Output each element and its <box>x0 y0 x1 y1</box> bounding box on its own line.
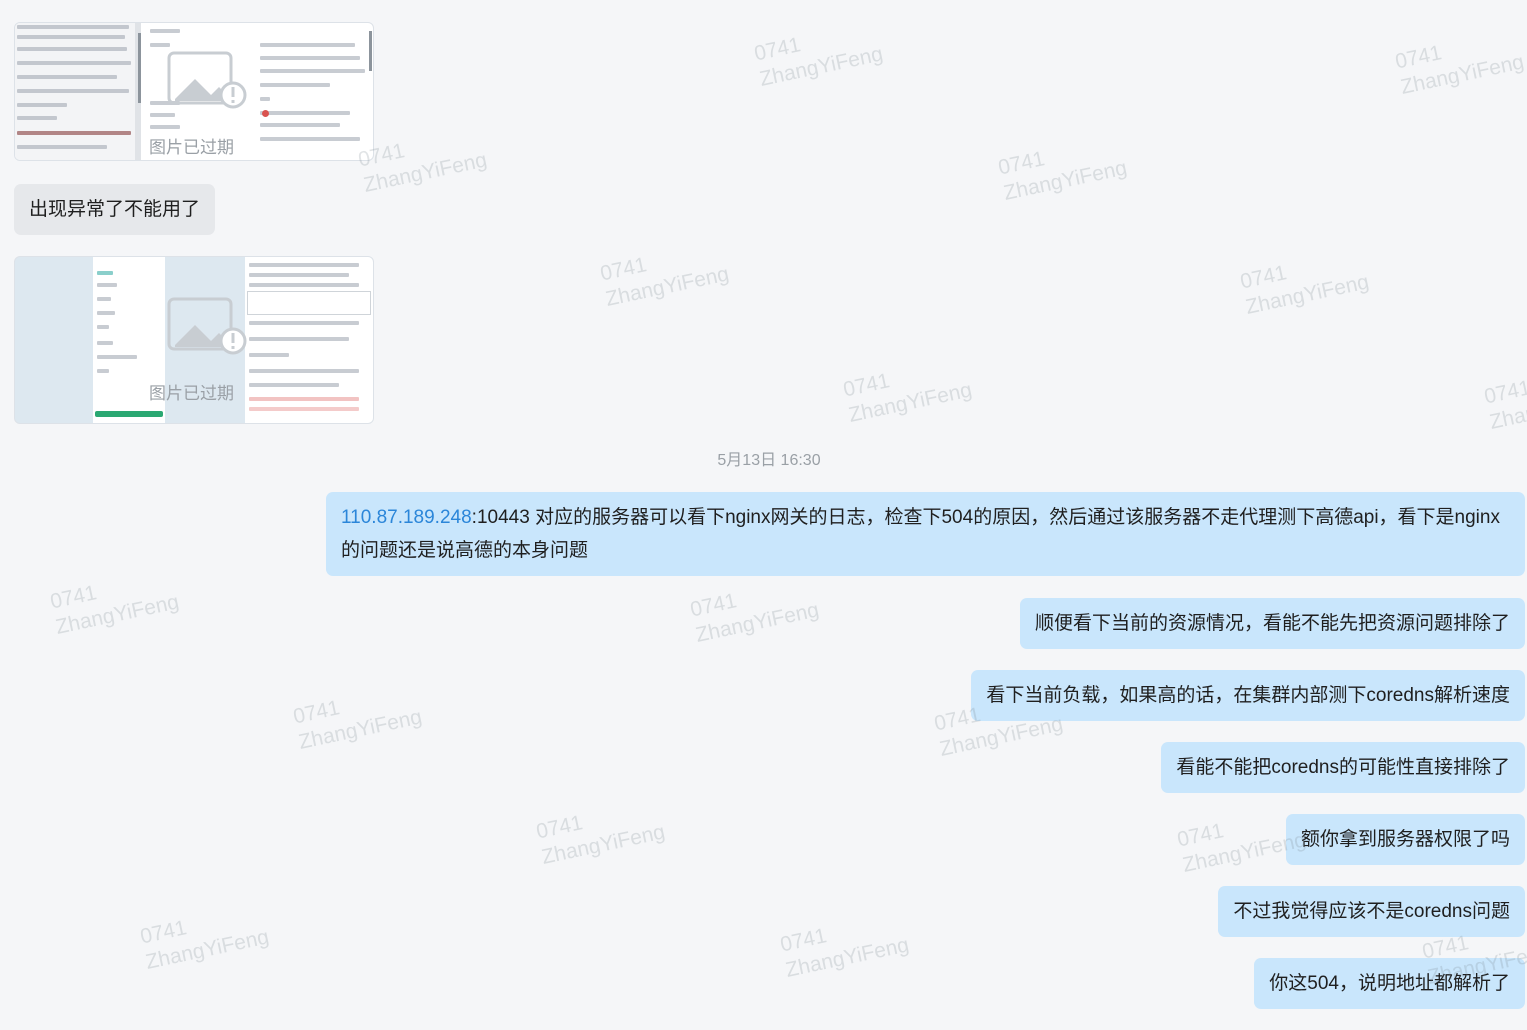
broken-image-icon <box>167 297 247 355</box>
expired-image-message[interactable]: 图片已过期 <box>14 22 374 161</box>
outgoing-message-bubble[interactable]: 顺便看下当前的资源情况，看能不能先把资源问题排除了 <box>1019 598 1525 649</box>
outgoing-message-bubble[interactable]: 你这504，说明地址都解析了 <box>1254 958 1525 1009</box>
outgoing-message-bubble[interactable]: 110.87.189.248:10443 对应的服务器可以看下nginx网关的日… <box>326 492 1525 576</box>
message-timestamp: 5月13日 16:30 <box>717 452 821 469</box>
outgoing-message-bubble[interactable]: 看下当前负载，如果高的话，在集群内部测下coredns解析速度 <box>971 670 1525 721</box>
chat-area: 图片已过期 出现异常了不能用了 图片已过期 5月13日 16:30 110.87… <box>0 0 1527 1030</box>
outgoing-message-bubble[interactable]: 不过我觉得应该不是coredns问题 <box>1218 886 1525 937</box>
outgoing-message-bubble[interactable]: 额你拿到服务器权限了吗 <box>1285 814 1525 865</box>
incoming-message-bubble[interactable]: 出现异常了不能用了 <box>14 184 216 235</box>
ip-address-link[interactable]: 110.87.189.248 <box>341 507 472 528</box>
message-text: :10443 对应的服务器可以看下nginx网关的日志，检查下504的原因，然后… <box>341 507 1500 561</box>
outgoing-message-bubble[interactable]: 看能不能把coredns的可能性直接排除了 <box>1161 742 1525 793</box>
image-expired-label: 图片已过期 <box>149 138 234 157</box>
expired-image-message[interactable]: 图片已过期 <box>14 256 374 424</box>
image-expired-label: 图片已过期 <box>149 384 234 403</box>
broken-image-icon <box>167 51 247 109</box>
